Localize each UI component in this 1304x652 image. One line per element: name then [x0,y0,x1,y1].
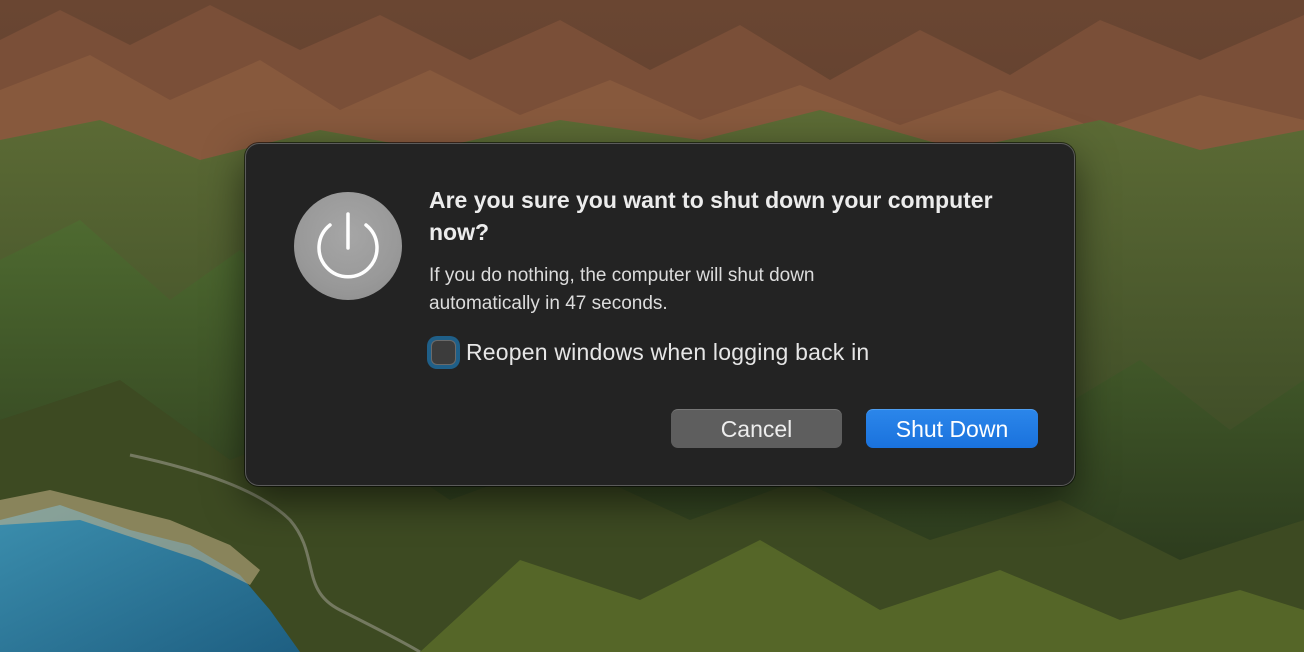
shut-down-button[interactable]: Shut Down [866,409,1038,448]
cancel-button[interactable]: Cancel [671,409,842,448]
reopen-windows-label: Reopen windows when logging back in [466,338,870,365]
desktop-wallpaper: Are you sure you want to shut down your … [0,0,1304,652]
shutdown-dialog: Are you sure you want to shut down your … [245,143,1075,486]
dialog-message: If you do nothing, the computer will shu… [429,262,989,318]
power-icon [294,192,402,300]
message-line-2: automatically in 47 seconds. [429,293,668,314]
dialog-title: Are you sure you want to shut down your … [429,187,993,245]
message-line-1: If you do nothing, the computer will shu… [429,265,815,286]
reopen-windows-option[interactable]: Reopen windows when logging back in [424,332,869,372]
reopen-windows-checkbox[interactable] [431,339,456,365]
